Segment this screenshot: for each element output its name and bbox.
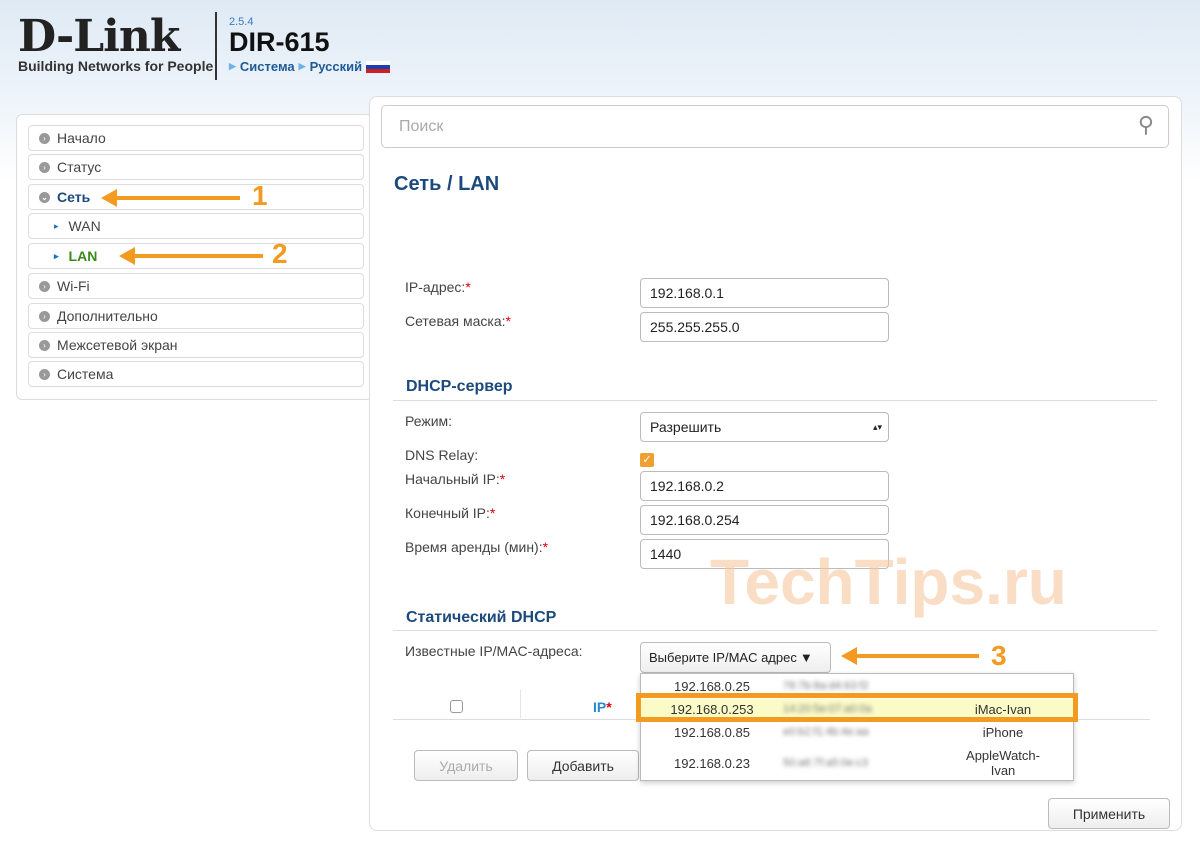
tagline: Building Networks for People [18, 58, 214, 74]
chevron-right-icon: › [39, 132, 50, 144]
known-addresses-label: Известные IP/MAC-адреса: [405, 643, 583, 659]
language-link[interactable]: Русский [310, 59, 363, 74]
page-title: Сеть / LAN [394, 173, 500, 195]
sidebar-item-label: Межсетевой экран [57, 337, 178, 353]
subnet-mask-input[interactable]: 255.255.255.0 [640, 312, 889, 342]
apply-button[interactable]: Применить [1048, 798, 1170, 829]
divider [215, 12, 217, 80]
chevron-down-icon: ⌄ [39, 191, 50, 203]
ip-label: IP-адрес:* [405, 279, 471, 295]
chevron-right-icon: › [39, 339, 50, 351]
ip-column-header: IP* [593, 699, 612, 715]
sidebar-item-label: Сеть [57, 189, 91, 205]
end-ip-label: Конечный IP:* [405, 505, 496, 521]
add-button[interactable]: Добавить [527, 750, 639, 781]
russia-flag-icon [366, 60, 391, 73]
sidebar-item-status[interactable]: › Статус [28, 154, 364, 180]
annotation-arrow [841, 647, 979, 665]
annotation-arrow [101, 189, 240, 207]
updown-icon: ▴▾ [872, 421, 882, 432]
address-dropdown-list: 192.168.0.25 78:7b:8a:d4:63:f2 192.168.0.… [640, 673, 1074, 781]
sidebar-item-label: LAN [68, 248, 98, 264]
mask-label: Сетевая маска:* [405, 313, 511, 329]
header-links: ▶ Система ▶ Русский [229, 59, 391, 74]
system-link[interactable]: Система [240, 59, 295, 74]
static-dhcp-title: Статический DHCP [406, 609, 557, 626]
sidebar-item-label: Статус [57, 159, 102, 175]
annotation-number: 2 [272, 238, 288, 269]
sidebar-item-firewall[interactable]: › Межсетевой экран [28, 332, 364, 358]
chevron-right-icon: › [39, 310, 50, 322]
start-ip-label: Начальный IP:* [405, 471, 506, 487]
dropdown-option[interactable]: 192.168.0.23 50:a6:7f:a5:0e:c3 AppleWatch-… [641, 746, 1073, 780]
model-name: DIR-615 [229, 27, 330, 57]
search-placeholder: Поиск [399, 117, 444, 135]
sidebar-item-label: WAN [68, 218, 101, 234]
sidebar-item-system[interactable]: › Система [28, 361, 364, 387]
sidebar-item-label: Система [57, 366, 114, 382]
chevron-right-icon: › [39, 161, 50, 173]
divider [393, 630, 1157, 631]
dns-relay-label: DNS Relay: [405, 447, 479, 463]
start-ip-input[interactable]: 192.168.0.2 [640, 471, 889, 501]
triangle-icon: ▶ [298, 61, 306, 71]
chevron-right-icon: ▸ [54, 250, 59, 261]
dlink-logo: D-Link [18, 11, 180, 62]
annotation-number: 3 [991, 640, 1007, 671]
annotation-number: 1 [252, 180, 268, 211]
annotation-arrow [119, 247, 263, 265]
dhcp-section-title: DHCP-сервер [406, 378, 513, 395]
end-ip-input[interactable]: 192.168.0.254 [640, 505, 889, 535]
sidebar-item-wifi[interactable]: › Wi-Fi [28, 273, 364, 299]
sidebar-item-home[interactable]: › Начало [28, 125, 364, 151]
known-address-select[interactable]: Выберите IP/MAC адрес ▼ [640, 642, 831, 673]
search-input[interactable]: Поиск ⚲ [381, 105, 1169, 148]
divider [520, 690, 521, 718]
dns-relay-checkbox[interactable]: ✓ [640, 453, 654, 467]
sidebar-item-advanced[interactable]: › Дополнительно [28, 303, 364, 329]
highlight-box [636, 693, 1078, 722]
chevron-right-icon: › [39, 280, 50, 292]
sidebar-item-label: Wi-Fi [57, 278, 90, 294]
chevron-right-icon: ▸ [54, 220, 59, 231]
dropdown-option[interactable]: 192.168.0.85 e0:b2:f1:4b:4e:aa iPhone [641, 722, 1073, 742]
watermark: TechTips.ru [710, 546, 1067, 618]
triangle-icon: ▶ [229, 61, 236, 71]
ip-address-input[interactable]: 192.168.0.1 [640, 278, 889, 308]
dropdown-triangle-icon: ▼ [799, 650, 813, 665]
mode-label: Режим: [405, 413, 453, 429]
lease-time-label: Время аренды (мин):* [405, 539, 549, 555]
delete-button[interactable]: Удалить [414, 750, 518, 781]
dhcp-mode-select[interactable]: Разрешить ▴▾ [640, 412, 889, 442]
sidebar-item-label: Начало [57, 130, 106, 146]
sidebar-item-label: Дополнительно [57, 308, 158, 324]
sidebar-item-wan[interactable]: ▸ WAN [28, 213, 364, 239]
chevron-right-icon: › [39, 368, 50, 380]
search-icon[interactable]: ⚲ [1138, 112, 1154, 138]
divider [393, 400, 1157, 401]
select-all-checkbox[interactable] [450, 700, 463, 713]
